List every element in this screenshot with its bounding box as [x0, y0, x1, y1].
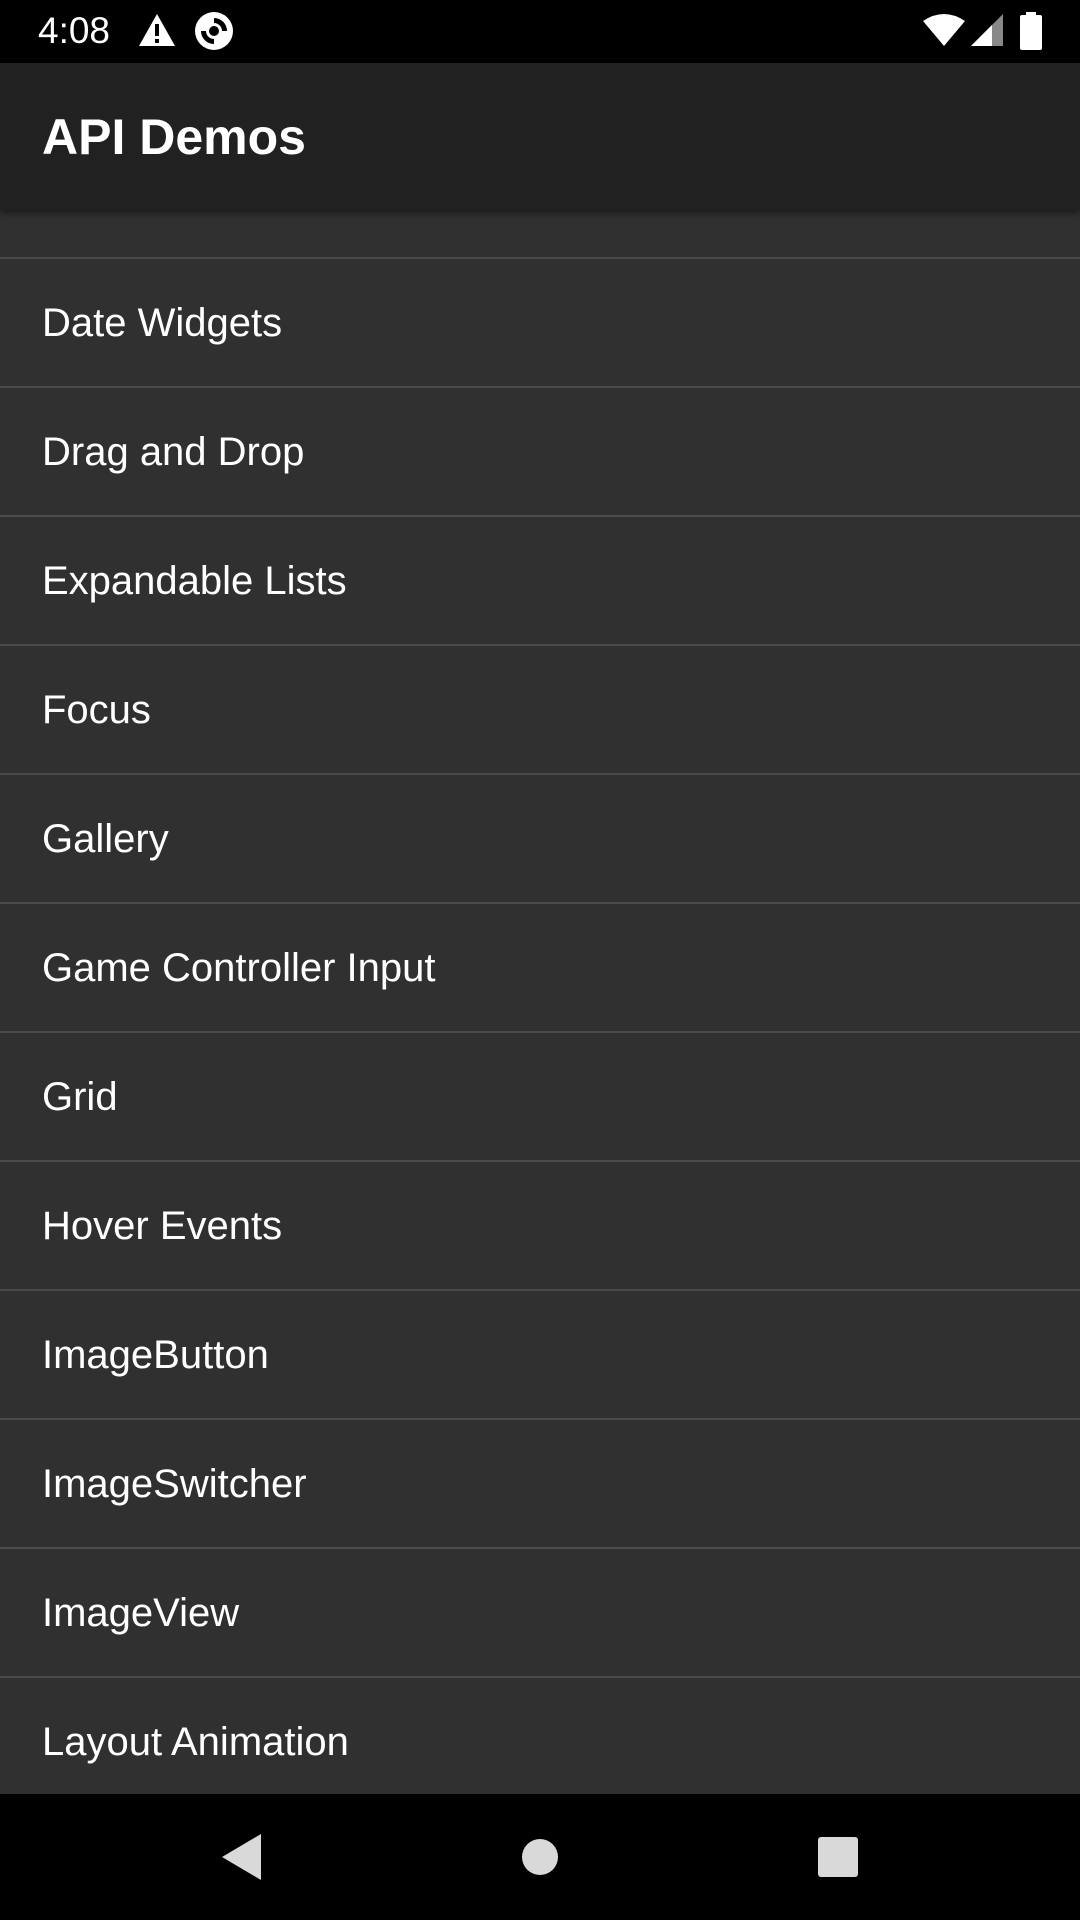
app-bar: API Demos — [0, 63, 1080, 210]
screen: 4:08 API Demos Custom Date Widgets — [0, 0, 1080, 1920]
app-title: API Demos — [42, 109, 306, 165]
demo-list[interactable]: Custom Date Widgets Drag and Drop Expandabl… — [0, 210, 1080, 1794]
list-item[interactable]: Drag and Drop — [0, 388, 1080, 517]
cell-signal-icon — [971, 14, 1003, 46]
list-item-label: Expandable Lists — [42, 559, 347, 603]
list-item-label: Hover Events — [42, 1204, 283, 1248]
recents-icon[interactable] — [803, 1822, 873, 1892]
list-item[interactable]: Game Controller Input — [0, 904, 1080, 1033]
list-item[interactable]: Date Widgets — [0, 259, 1080, 388]
list-item-label: Grid — [42, 1075, 118, 1119]
wifi-icon — [923, 14, 965, 46]
list-item[interactable]: Layout Animation — [0, 1678, 1080, 1794]
home-icon[interactable] — [505, 1822, 575, 1892]
list-item[interactable]: ImageView — [0, 1549, 1080, 1678]
status-bar: 4:08 — [0, 0, 1080, 63]
list-item[interactable]: Gallery — [0, 775, 1080, 904]
back-icon[interactable] — [205, 1822, 275, 1892]
list-item-label: ImageSwitcher — [42, 1462, 307, 1506]
list-item-label: Custom — [42, 210, 180, 218]
list-item-label: ImageView — [42, 1591, 240, 1635]
status-time: 4:08 — [38, 10, 111, 51]
list-item[interactable]: Expandable Lists — [0, 517, 1080, 646]
list-item-label: Drag and Drop — [42, 430, 305, 474]
list-item-label: Date Widgets — [42, 301, 283, 345]
list-item[interactable]: ImageButton — [0, 1291, 1080, 1420]
list-item-label: Game Controller Input — [42, 946, 436, 990]
list-item[interactable]: ImageSwitcher — [0, 1420, 1080, 1549]
list-item-label: Focus — [42, 688, 151, 732]
list-item[interactable]: Hover Events — [0, 1162, 1080, 1291]
sync-icon — [195, 12, 233, 50]
list-item-label: ImageButton — [42, 1333, 269, 1377]
list-item-label: Gallery — [42, 817, 169, 861]
list-item-label: Layout Animation — [42, 1720, 349, 1764]
list-item[interactable]: Focus — [0, 646, 1080, 775]
nav-bar — [0, 1794, 1080, 1920]
demo-list-items: Custom Date Widgets Drag and Drop Expandabl… — [0, 210, 1080, 1794]
battery-icon — [1020, 12, 1042, 50]
warning-icon — [139, 14, 175, 46]
list-item[interactable]: Grid — [0, 1033, 1080, 1162]
list-item[interactable]: Custom — [0, 210, 1080, 259]
